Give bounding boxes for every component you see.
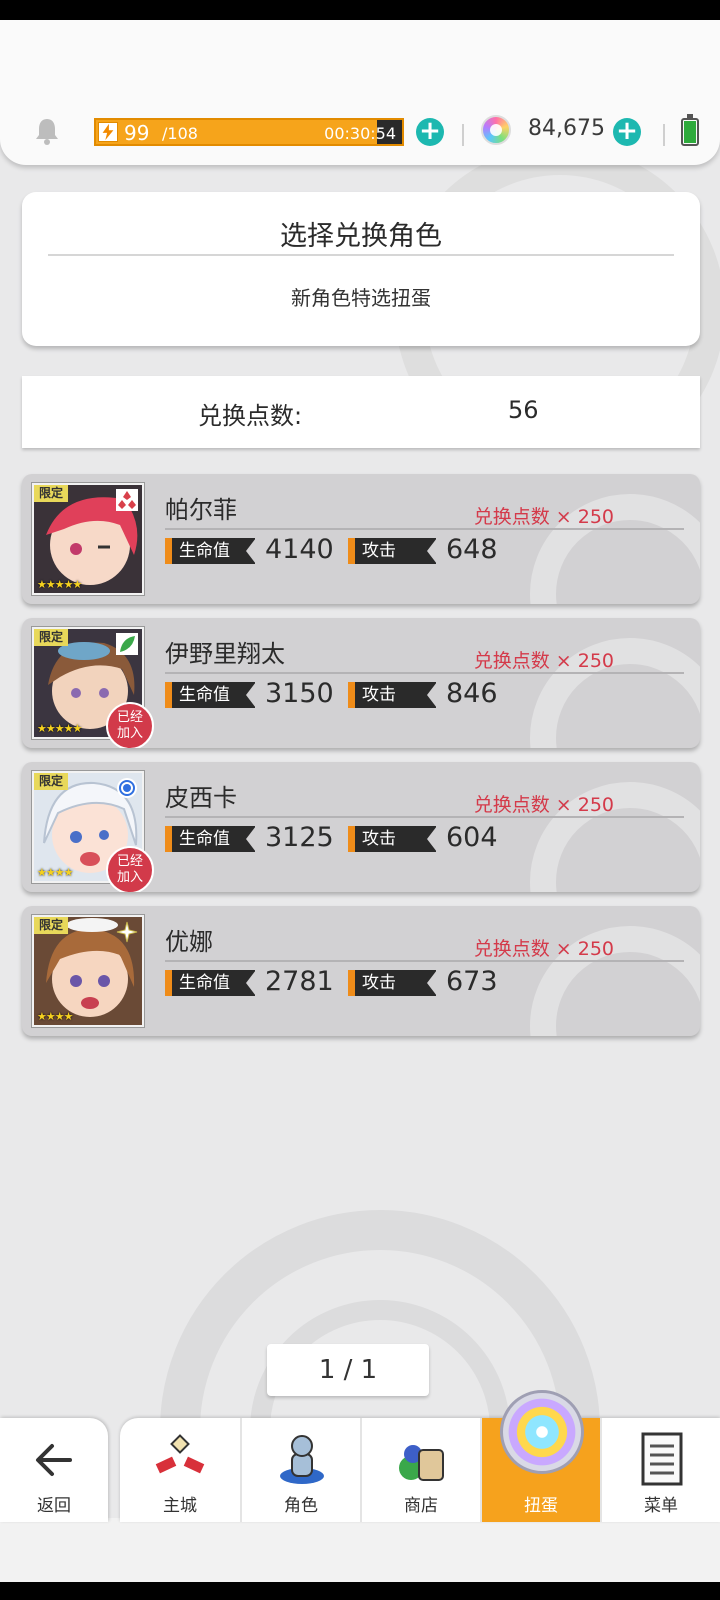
page-subtitle: 新角色特选扭蛋 [291,286,431,310]
tab-gacha[interactable]: 扭蛋 [480,1390,600,1522]
battery-icon [681,114,699,146]
hp-value: 3125 [265,822,334,853]
attack-label: 攻击 [348,826,437,852]
notification-bell-icon[interactable] [32,116,62,146]
character-name: 皮西卡 [165,784,237,812]
bottom-navigation: 返回 主城 角色 商店 扭蛋 菜单 [0,1390,720,1582]
tab-label: 角色 [284,1496,318,1516]
ring-icon [117,778,137,798]
limited-badge: 限定 [34,485,69,502]
limited-badge: 限定 [34,917,69,934]
character-icon [280,1435,324,1484]
gem-icon [481,115,511,145]
exchange-points-label: 兑换点数: [198,402,303,430]
exchange-cost: 兑换点数 × 250 [473,794,614,816]
page-indicator: 1 / 1 [267,1344,429,1396]
exchange-cost: 兑换点数 × 250 [473,938,614,960]
limited-badge: 限定 [34,773,69,790]
shop-bag-icon [399,1445,444,1481]
nav-underlay [0,1518,720,1582]
exchange-cost: 兑换点数 × 250 [473,506,614,528]
stamina-bar: 99 /108 00:30:54 [94,118,404,146]
character-name: 优娜 [165,928,213,956]
attack-value: 673 [446,966,498,997]
joined-badge-text: 已经 加入 [116,710,143,741]
nav-tabs: 主城 角色 商店 扭蛋 菜单 [120,1390,720,1522]
back-label: 返回 [37,1496,71,1516]
name-divider [165,528,684,530]
tab-shop[interactable]: 商店 [360,1418,480,1522]
attack-label: 攻击 [348,538,437,564]
exchange-points-panel: 兑换点数: 56 [22,376,700,448]
back-button[interactable]: 返回 [0,1418,108,1522]
tab-label: 商店 [404,1496,438,1516]
stamina-max: /108 [162,124,198,143]
character-name: 伊野里翔太 [165,640,285,668]
header-divider [663,124,665,146]
rarity-stars: ★★★★★ [37,722,82,735]
name-divider [165,960,684,962]
name-divider [165,816,684,818]
tab-characters[interactable]: 角色 [240,1418,360,1522]
tab-label: 扭蛋 [524,1496,558,1516]
hp-label: 生命值 [165,682,256,708]
tab-menu[interactable]: 菜单 [600,1418,720,1522]
lightning-bolt-icon [98,122,118,142]
character-card[interactable]: 限定 ★★★★ 已经 加入 皮西卡 兑换点数 × 250 生命值 3125 攻击… [22,762,700,892]
title-divider [48,254,674,256]
joined-badge-text: 已经 加入 [116,854,143,885]
sparkle-icon [116,921,138,943]
page-title: 选择兑换角色 [280,221,442,252]
exchange-title-panel: 选择兑换角色 新角色特选扭蛋 [22,192,700,346]
joined-badge: 已经 加入 [106,846,154,892]
attack-value: 846 [446,678,498,709]
gacha-orb-icon [500,1390,584,1474]
attack-label: 攻击 [348,682,437,708]
hp-value: 2781 [265,966,334,997]
system-nav-bar [0,1582,720,1600]
add-stamina-button[interactable]: + [416,118,444,146]
tab-label: 菜单 [644,1496,678,1516]
tab-main-city[interactable]: 主城 [120,1418,240,1522]
gem-count: 84,675 [528,116,605,141]
exchange-cost: 兑换点数 × 250 [473,650,614,672]
tab-label: 主城 [163,1496,197,1516]
hp-value: 4140 [265,534,334,565]
character-card[interactable]: 限定 ★★★★ 优娜 兑换点数 × 250 生命值 2781 攻击 673 [22,906,700,1036]
character-name: 帕尔菲 [165,496,237,524]
attack-label: 攻击 [348,970,437,996]
system-status-bar [0,0,720,20]
hp-label: 生命值 [165,538,256,564]
character-portrait: 限定 ★★★★★ [31,482,145,596]
attack-value: 604 [446,822,498,853]
add-gems-button[interactable]: + [613,118,641,146]
hp-label: 生命值 [165,970,256,996]
limited-badge: 限定 [34,629,69,646]
character-card[interactable]: 限定 ★★★★★ 帕尔菲 兑换点数 × 250 生命值 4140 攻击 648 [22,474,700,604]
hp-value: 3150 [265,678,334,709]
attack-value: 648 [446,534,498,565]
rarity-stars: ★★★★ [37,1010,73,1023]
exchange-points-value: 56 [508,396,539,424]
resource-header: 99 /108 00:30:54 + 84,675 + [0,20,720,165]
hp-label: 生命值 [165,826,256,852]
arrow-left-icon [36,1444,72,1476]
stamina-timer: 00:30:54 [324,124,396,143]
rarity-stars: ★★★★★ [37,578,82,591]
leaf-icon [116,633,138,655]
header-divider [462,124,464,146]
rarity-stars: ★★★★ [37,866,73,879]
character-portrait: 限定 ★★★★ [31,914,145,1028]
menu-list-icon [641,1432,683,1486]
triple-diamond-icon [116,489,138,511]
castle-icon [155,1434,205,1474]
stamina-current: 99 [124,121,150,145]
character-card[interactable]: 限定 ★★★★★ 已经 加入 伊野里翔太 兑换点数 × 250 生命值 3150… [22,618,700,748]
joined-badge: 已经 加入 [106,702,154,748]
name-divider [165,672,684,674]
